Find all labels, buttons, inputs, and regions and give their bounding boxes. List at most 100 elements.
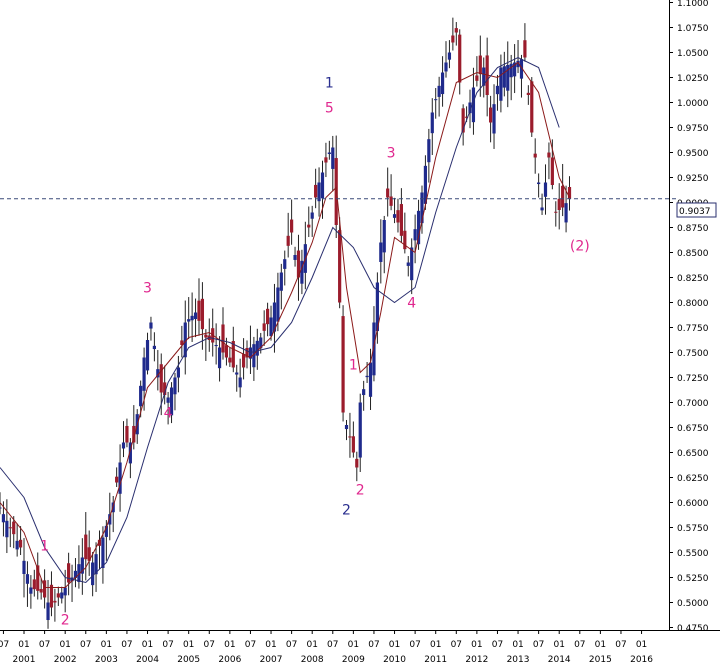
price-tick-label: 0.9500 xyxy=(677,149,709,159)
candle-body xyxy=(67,563,71,583)
time-tick-label: 01 xyxy=(183,640,194,650)
candle-body xyxy=(543,182,548,197)
candle-body xyxy=(396,210,400,223)
candle-body xyxy=(56,593,60,598)
time-tick-label: 07 xyxy=(162,640,173,650)
candle-body xyxy=(46,602,50,621)
price-tick-label: 0.6000 xyxy=(677,499,709,509)
time-tick-label: 07 xyxy=(39,640,50,650)
candle-body xyxy=(204,334,208,338)
candle-body xyxy=(190,315,194,321)
candle-body xyxy=(29,587,33,594)
candle-body xyxy=(176,367,180,378)
price-tick-label: 0.7500 xyxy=(677,349,709,359)
candle-body xyxy=(200,298,205,330)
time-tick-label: 01 xyxy=(306,640,317,650)
candle-body xyxy=(362,389,366,396)
time-tick-label: 07 xyxy=(533,640,544,650)
price-tick-label: 0.7750 xyxy=(677,324,709,334)
candle-body xyxy=(159,364,163,393)
time-tick-label: 07 xyxy=(204,640,215,650)
candle-body xyxy=(320,172,325,199)
candle-body xyxy=(530,81,534,133)
price-tick-label: 0.9250 xyxy=(677,174,709,184)
year-label: 2005 xyxy=(177,655,200,665)
candle-body xyxy=(290,219,294,233)
year-label: 2013 xyxy=(507,655,530,665)
price-chart: 12341512234(1)(2) 1.10001.07501.05001.02… xyxy=(0,0,720,665)
price-tick-label: 0.5000 xyxy=(677,599,709,609)
time-tick-label: 01 xyxy=(389,640,400,650)
candle-body xyxy=(533,153,537,158)
time-tick-label: 01 xyxy=(348,640,359,650)
candle-body xyxy=(18,539,23,548)
price-tick-label: 0.5250 xyxy=(677,574,709,584)
candle-body xyxy=(142,357,146,391)
time-tick-label: 01 xyxy=(471,640,482,650)
wave-label: 3 xyxy=(387,146,396,162)
price-tick-label: 0.5500 xyxy=(677,549,709,559)
candle-body xyxy=(537,182,541,185)
wave-label: 2 xyxy=(61,613,70,629)
candle-body xyxy=(475,75,479,81)
candle-body xyxy=(447,52,452,60)
candle-body xyxy=(262,323,266,331)
wave-label: 1 xyxy=(40,539,49,555)
price-tick-label: 0.4750 xyxy=(677,624,709,634)
wave-label: 2 xyxy=(342,503,351,519)
candle-body xyxy=(434,99,438,101)
year-label: 2009 xyxy=(342,655,365,665)
candle-body xyxy=(286,235,290,246)
year-label: 2014 xyxy=(548,655,571,665)
candle-body xyxy=(437,85,441,97)
candle-body xyxy=(139,385,143,407)
candle-body xyxy=(540,207,544,211)
time-tick-label: 07 xyxy=(121,640,132,650)
candle-body xyxy=(12,521,16,535)
candle-body xyxy=(458,34,462,83)
candle-body xyxy=(557,198,561,210)
candle-body xyxy=(410,247,414,281)
candle-body xyxy=(197,300,201,321)
candle-body xyxy=(406,262,410,266)
candle-body xyxy=(307,224,311,228)
candle-body xyxy=(43,580,47,598)
price-tick-label: 0.8500 xyxy=(677,249,709,259)
wave-label: 2 xyxy=(356,483,365,499)
price-tick-label: 1.0500 xyxy=(677,49,709,59)
candle-body xyxy=(413,229,417,241)
candle-body xyxy=(509,63,513,78)
time-tick-label: 01 xyxy=(512,640,523,650)
candle-body xyxy=(255,340,259,356)
candle-body xyxy=(187,319,191,322)
candle-body xyxy=(39,588,43,593)
year-label: 2004 xyxy=(136,655,159,665)
year-label: 2008 xyxy=(301,655,324,665)
candle-body xyxy=(561,185,565,208)
candle-body xyxy=(444,62,448,72)
time-tick-label: 07 xyxy=(574,640,585,650)
candle-body xyxy=(101,537,105,568)
year-label: 2002 xyxy=(54,655,77,665)
plot-background xyxy=(0,0,669,630)
year-label: 2012 xyxy=(465,655,488,665)
time-tick-label: 07 xyxy=(615,640,626,650)
candle-body xyxy=(344,425,349,430)
candle-body xyxy=(489,107,493,123)
candle-body xyxy=(235,372,239,375)
candle-body xyxy=(283,259,287,269)
candle-body xyxy=(351,436,355,453)
time-tick-label: 01 xyxy=(553,640,564,650)
time-axis: 07 01 07 01 07 01 07 01 07 01 07 01 07 01 07 01 07 01 07 01… xyxy=(0,630,720,665)
candle-body xyxy=(355,458,359,468)
time-tick-label: 01 xyxy=(142,640,153,650)
candle-body xyxy=(293,255,297,260)
wave-label: 3 xyxy=(143,281,152,297)
candle-body xyxy=(149,322,153,329)
candle-body xyxy=(382,220,386,253)
candle-body xyxy=(416,210,421,245)
candle-body xyxy=(310,212,314,219)
wave-label: 1 xyxy=(325,76,334,92)
candle-body xyxy=(430,112,434,134)
wave-label: 4 xyxy=(164,406,173,422)
